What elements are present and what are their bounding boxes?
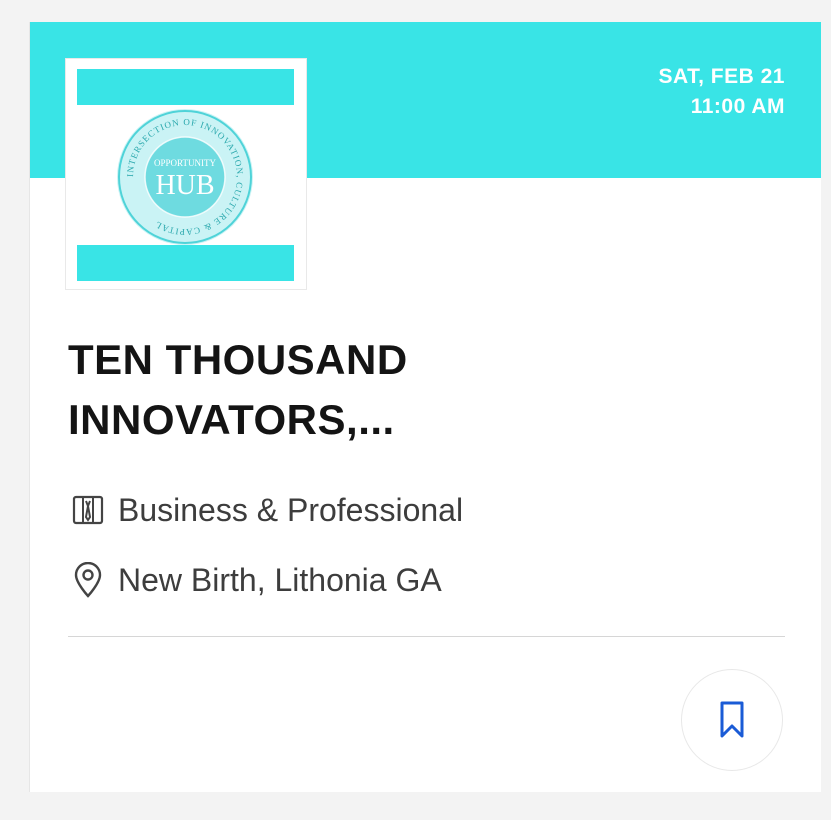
event-date-day: SAT, FEB 21 [658, 65, 785, 88]
event-location: New Birth, Lithonia GA [68, 560, 442, 600]
event-title-line-2: INNOVATORS,... [68, 396, 395, 443]
logo-center-top: OPPORTUNITY [154, 158, 216, 168]
event-date: SAT, FEB 21 11:00 AM [659, 62, 785, 122]
card-divider [68, 636, 785, 637]
logo-bar-bottom [77, 245, 294, 281]
event-title[interactable]: TEN THOUSAND INNOVATORS,... [68, 330, 768, 450]
organizer-logo[interactable]: INTERSECTION OF INNOVATION, CULTURE & CA… [65, 58, 307, 290]
event-title-line-1: TEN THOUSAND [68, 336, 408, 383]
event-category-label: Business & Professional [118, 491, 464, 528]
save-event-button[interactable] [681, 669, 783, 771]
event-location-label: New Birth, Lithonia GA [118, 561, 442, 598]
logo-bar-top [77, 69, 294, 105]
page-background: SAT, FEB 21 11:00 AM INTERSECTION OF INN… [0, 0, 831, 820]
event-category: Business & Professional [68, 490, 463, 530]
map-pin-icon [68, 560, 108, 600]
logo-center-main: HUB [155, 170, 214, 201]
event-card[interactable]: SAT, FEB 21 11:00 AM INTERSECTION OF INN… [29, 22, 821, 792]
opportunity-hub-seal-icon: INTERSECTION OF INNOVATION, CULTURE & CA… [117, 109, 253, 245]
bookmark-icon [720, 701, 744, 738]
event-date-time: 11:00 AM [690, 95, 785, 118]
briefcase-icon [68, 490, 108, 530]
